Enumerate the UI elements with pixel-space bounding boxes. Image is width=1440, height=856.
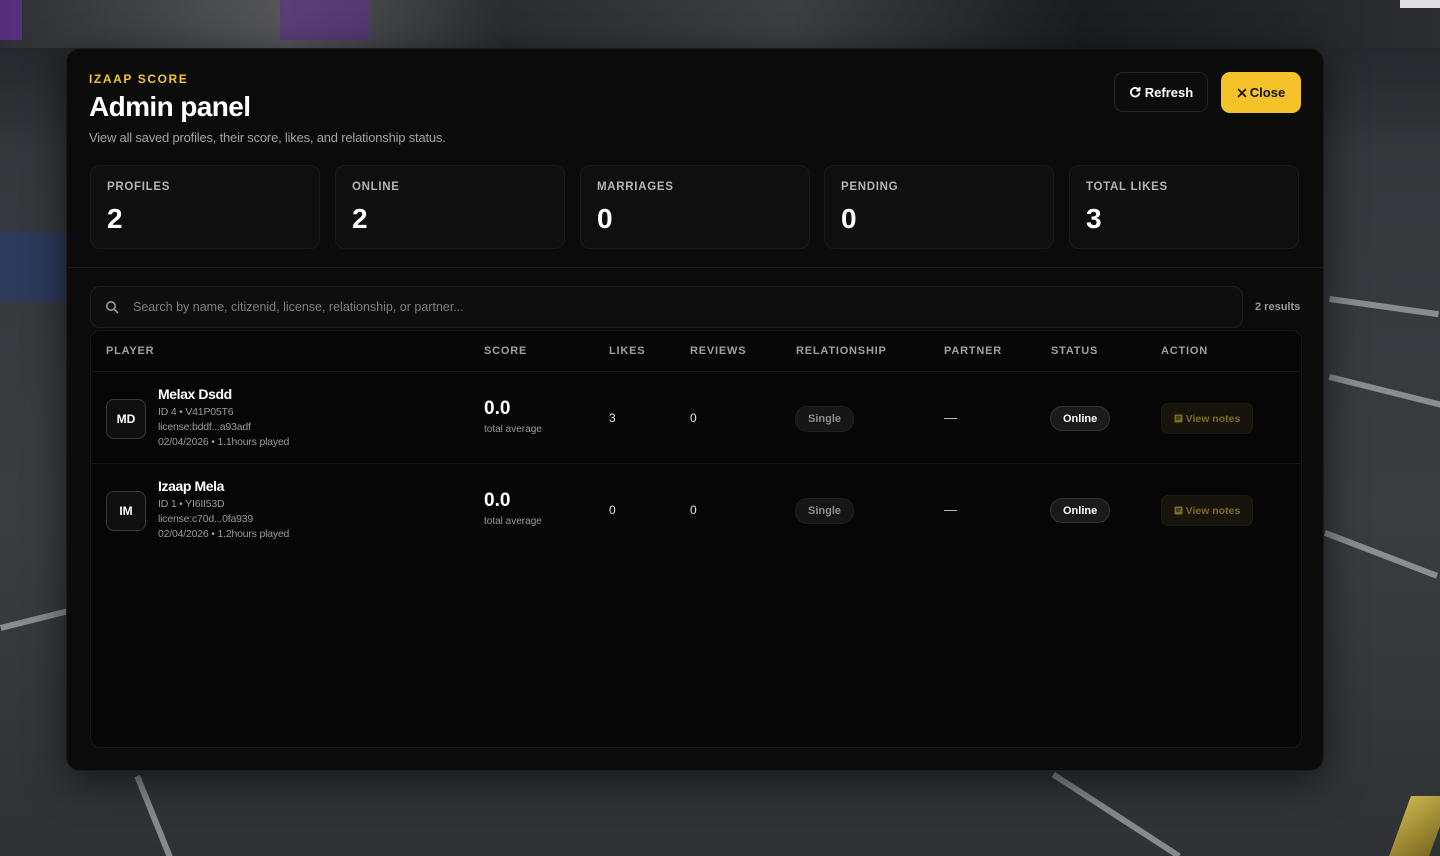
- close-label: Close: [1249, 85, 1286, 100]
- column-header-player: PLAYER: [106, 345, 155, 357]
- player-id: ID 4 • V41P05T6: [158, 406, 234, 418]
- background-sign: [1400, 0, 1440, 8]
- stat-card-marriages: MARRIAGES 0: [580, 165, 810, 249]
- stat-label: PROFILES: [107, 181, 171, 193]
- close-icon: [1237, 88, 1247, 97]
- score-value: 0.0: [484, 490, 511, 511]
- background-buildings: [0, 0, 1440, 48]
- note-icon: [1174, 414, 1183, 423]
- player-date-hours: 02/04/2026 • 1.1hours played: [158, 436, 290, 448]
- stat-label: PENDING: [841, 181, 899, 193]
- score-label: total average: [484, 516, 542, 527]
- avatar: IM: [106, 491, 146, 531]
- view-notes-button[interactable]: View notes: [1161, 495, 1253, 526]
- column-header-likes: LIKES: [609, 345, 646, 357]
- stat-value: 2: [352, 203, 368, 234]
- results-count: 2 results: [1255, 301, 1301, 313]
- score-value: 0.0: [484, 398, 511, 419]
- table-row: MD Melax Dsdd ID 4 • V41P05T6 license:bd…: [91, 371, 1301, 464]
- relationship-badge: Single: [795, 406, 855, 432]
- stat-value: 0: [841, 203, 857, 234]
- close-button[interactable]: Close: [1221, 72, 1301, 113]
- panel-eyebrow: IZAAP SCORE: [89, 72, 189, 86]
- relationship-badge: Single: [795, 498, 855, 524]
- stat-value: 0: [597, 203, 613, 234]
- stat-card-total-likes: TOTAL LIKES 3: [1069, 165, 1299, 249]
- refresh-icon: [1129, 87, 1141, 98]
- player-id: ID 1 • YI6II53D: [158, 498, 225, 510]
- stat-value: 3: [1086, 203, 1102, 234]
- player-name: Melax Dsdd: [158, 386, 232, 402]
- status-badge: Online: [1050, 406, 1111, 431]
- likes-value: 0: [609, 503, 616, 517]
- view-notes-label: View notes: [1185, 504, 1241, 517]
- likes-value: 3: [609, 411, 616, 425]
- player-license: license:bddf...a93adf: [158, 421, 251, 433]
- reviews-value: 0: [690, 503, 697, 517]
- parking-line: [1051, 772, 1181, 856]
- avatar: MD: [106, 399, 146, 439]
- stat-card-profiles: PROFILES 2: [90, 165, 320, 249]
- column-header-reviews: REVIEWS: [690, 345, 747, 357]
- search-icon: [106, 301, 119, 314]
- background-neon-sign: [280, 0, 370, 40]
- background-curb: [1389, 796, 1440, 856]
- parking-line: [1329, 296, 1439, 318]
- player-date-hours: 02/04/2026 • 1.2hours played: [158, 528, 290, 540]
- stats-row: PROFILES 2 ONLINE 2 MARRIAGES 0 PENDING …: [90, 165, 1302, 249]
- parking-line: [1328, 374, 1440, 408]
- search-bar[interactable]: [90, 286, 1243, 328]
- table-header: PLAYER SCORE LIKES REVIEWS RELATIONSHIP …: [91, 331, 1301, 371]
- view-notes-button[interactable]: View notes: [1161, 403, 1253, 434]
- column-header-status: STATUS: [1051, 345, 1099, 357]
- stat-label: ONLINE: [352, 181, 400, 193]
- search-input[interactable]: [131, 299, 1242, 315]
- stat-card-pending: PENDING 0: [824, 165, 1054, 249]
- background-blue-sign: [0, 232, 70, 302]
- reviews-value: 0: [690, 411, 697, 425]
- view-notes-label: View notes: [1185, 412, 1241, 425]
- partner-value: —: [944, 410, 957, 425]
- column-header-score: SCORE: [484, 345, 528, 357]
- background-neon-sign: [0, 0, 22, 40]
- page-subtitle: View all saved profiles, their score, li…: [89, 130, 446, 145]
- column-header-action: ACTION: [1161, 345, 1208, 357]
- refresh-button[interactable]: Refresh: [1114, 72, 1208, 112]
- section-divider: [67, 267, 1323, 268]
- parking-line: [134, 775, 174, 856]
- admin-panel: IZAAP SCORE Admin panel View all saved p…: [66, 48, 1324, 771]
- stat-card-online: ONLINE 2: [335, 165, 565, 249]
- partner-value: —: [944, 502, 957, 517]
- column-header-partner: PARTNER: [944, 345, 1002, 357]
- stat-label: MARRIAGES: [597, 181, 674, 193]
- player-license: license:c70d...0fa939: [158, 513, 254, 525]
- page-title: Admin panel: [89, 91, 251, 122]
- parking-line: [1323, 530, 1439, 579]
- parking-line: [0, 608, 70, 631]
- players-table: PLAYER SCORE LIKES REVIEWS RELATIONSHIP …: [90, 330, 1302, 748]
- column-header-relationship: RELATIONSHIP: [796, 345, 887, 357]
- note-icon: [1174, 506, 1183, 515]
- refresh-label: Refresh: [1144, 84, 1194, 100]
- stat-value: 2: [107, 203, 123, 234]
- status-badge: Online: [1050, 498, 1111, 523]
- stat-label: TOTAL LIKES: [1086, 181, 1168, 193]
- score-label: total average: [484, 424, 542, 435]
- table-row: IM Izaap Mela ID 1 • YI6II53D license:c7…: [91, 463, 1301, 556]
- player-name: Izaap Mela: [158, 478, 225, 494]
